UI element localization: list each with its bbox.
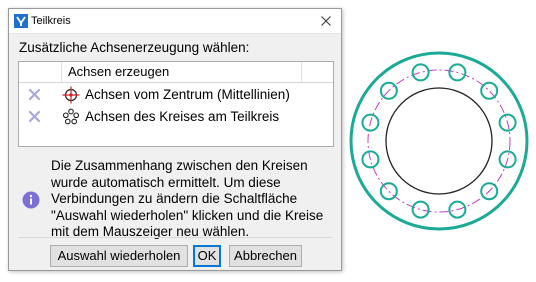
list-item-center-axes[interactable]: Achsen vom Zentrum (Mittellinien) [19,84,333,106]
pitch-circle-drawing [349,51,529,231]
close-icon [321,16,331,26]
pitch-circle [367,69,511,213]
list-item-pitch-circle-axes[interactable]: Achsen des Kreises am Teilkreis [19,106,333,128]
list-header: Achsen erzeugen [19,62,333,83]
circle-pattern-icon [62,108,80,125]
separator [18,237,332,238]
cancel-button[interactable]: Abbrechen [229,245,302,267]
outer-circle [349,51,529,231]
ok-button[interactable]: OK [193,245,221,267]
instruction-heading: Zusätzliche Achsenerzeugung wählen: [19,40,250,55]
center-crosshair-icon [62,86,80,104]
bolt-hole [411,200,430,219]
column-header-filler [303,62,333,82]
column-header-state[interactable] [19,62,62,82]
teilkreis-dialog: Teilkreis Zusätzliche Achsenerzeugung wä… [8,8,342,271]
reselect-button[interactable]: Auswahl wiederholen [50,245,188,267]
x-mark-icon[interactable] [28,88,41,101]
app-icon [14,14,28,28]
list-item-label: Achsen vom Zentrum (Mittellinien) [85,87,290,102]
list-item-label: Achsen des Kreises am Teilkreis [85,109,280,124]
title-bar: Teilkreis [9,9,341,34]
bolt-hole [379,182,398,201]
window-title: Teilkreis [31,15,71,27]
info-icon [22,191,40,209]
info-message: Die Zusammenhang zwischen den Kreisen wu… [51,158,324,239]
bolt-hole [411,63,430,82]
axes-list[interactable]: Achsen erzeugen Achsen vom Zentrum (Mitt… [18,61,334,147]
x-mark-icon[interactable] [28,110,41,123]
inner-circle [385,87,493,195]
column-header-axes[interactable]: Achsen erzeugen [62,62,302,82]
close-button[interactable] [311,9,341,33]
bolt-hole [480,81,499,100]
